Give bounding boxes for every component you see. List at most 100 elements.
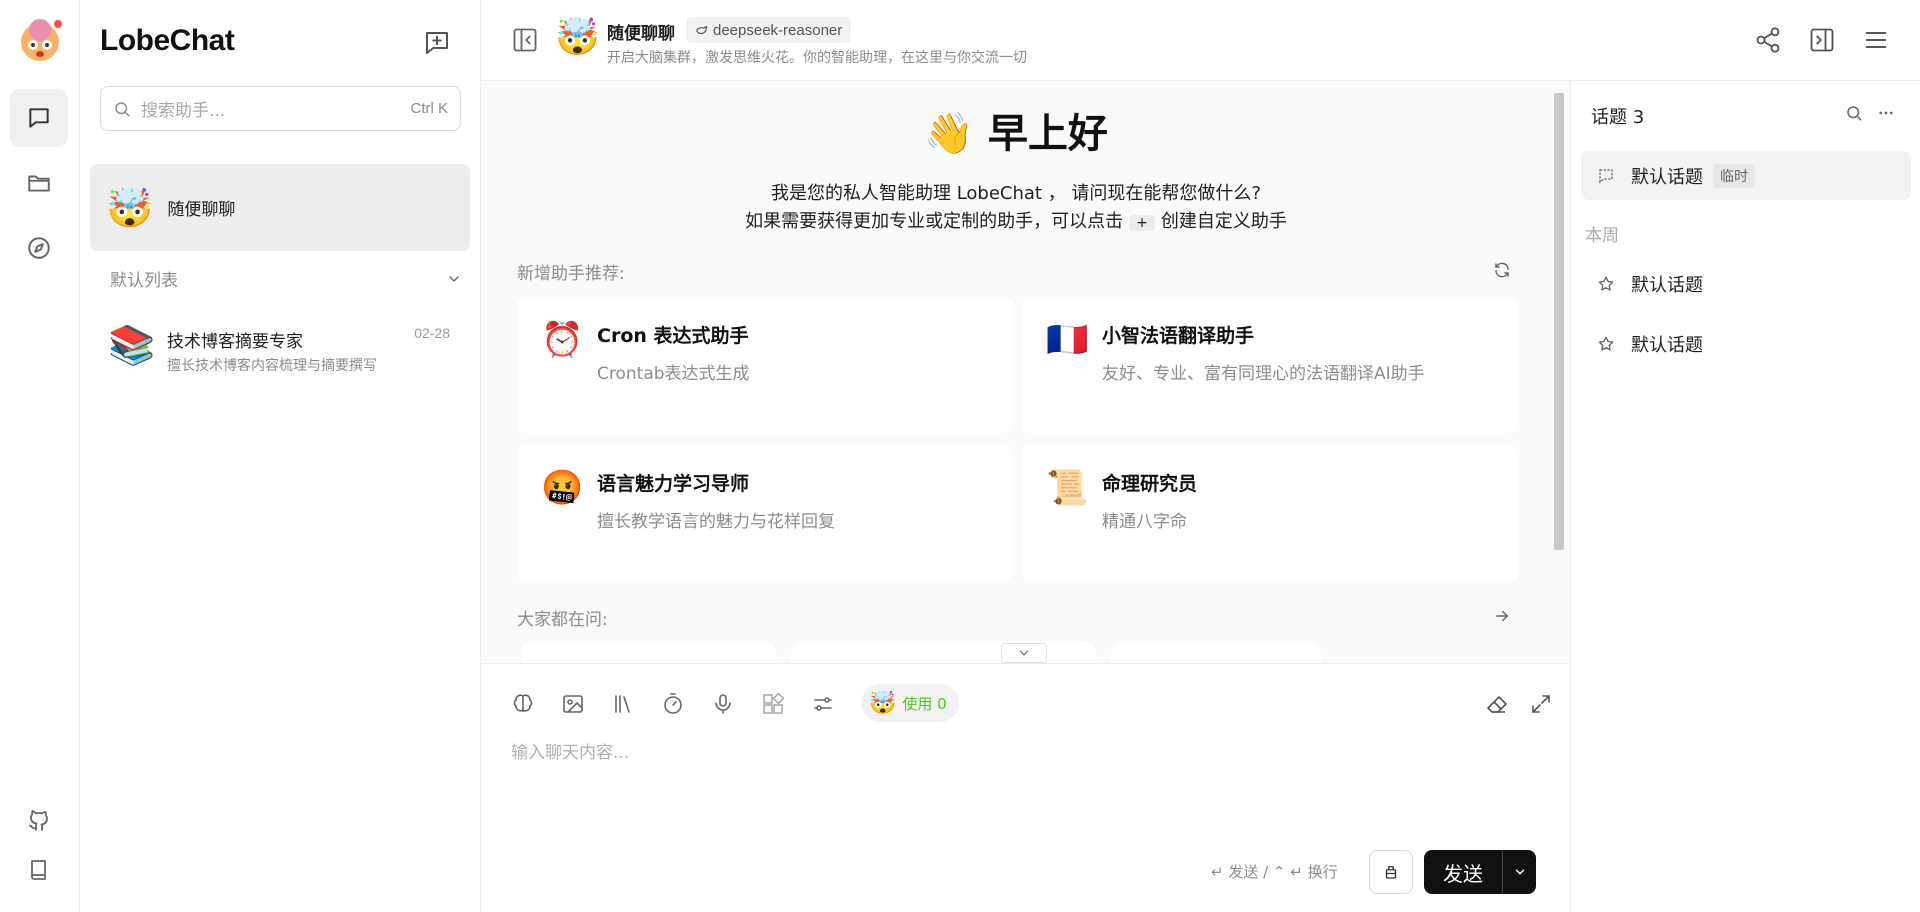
wave-emoji: 👋: [924, 111, 974, 157]
new-chat-button[interactable]: [422, 28, 452, 58]
voice-input-button[interactable]: [707, 688, 739, 720]
token-usage-badge[interactable]: 🤯 使用 0: [861, 684, 959, 722]
refresh-button[interactable]: [1493, 261, 1513, 281]
chevron-down-icon: [446, 271, 462, 287]
topic-item[interactable]: 默认话题: [1581, 319, 1911, 368]
assistant-card[interactable]: 🤬 语言魅力学习导师 擅长教学语言的魅力与花样回复: [517, 445, 1012, 581]
session-item-active[interactable]: 🤯 随便聊聊: [90, 164, 470, 251]
topic-search-button[interactable]: [1845, 104, 1865, 124]
message-plus-icon: [422, 28, 452, 58]
model-tag[interactable]: deepseek-reasoner: [686, 17, 852, 43]
star-icon[interactable]: [1597, 275, 1615, 293]
timer-icon: [661, 692, 685, 716]
plugins-button[interactable]: [757, 688, 789, 720]
session-label: 随便聊聊: [167, 200, 236, 220]
group-label: 默认列表: [110, 271, 178, 291]
search-shortcut: Ctrl K: [410, 100, 449, 117]
assistant-card-title: 命理研究员: [1102, 473, 1198, 495]
greeting-text: 早上好: [987, 111, 1108, 157]
clear-button[interactable]: [1481, 688, 1513, 720]
assistant-card-emoji: 🇫🇷: [1046, 320, 1089, 360]
assistant-card-emoji: 🤬: [541, 468, 584, 508]
session-title: 技术博客摘要专家: [167, 332, 303, 352]
session-group-header[interactable]: 默认列表: [110, 266, 462, 291]
chat-scrollbar[interactable]: [1554, 93, 1564, 550]
chat-input[interactable]: 输入聊天内容...: [511, 738, 629, 763]
usage-label: 使用 0: [902, 694, 947, 713]
agent-avatar[interactable]: 🤯: [555, 20, 600, 56]
assistant-card-desc: Crontab表达式生成: [597, 364, 750, 384]
discover-nav-button[interactable]: [10, 219, 68, 277]
recommend-label: 新增助手推荐:: [517, 264, 625, 284]
scroll-down-button[interactable]: [1001, 643, 1047, 663]
eraser-icon: [1485, 692, 1509, 716]
assistant-card-title: Cron 表达式助手: [597, 325, 749, 347]
assistant-card-emoji: 📜: [1046, 468, 1089, 508]
chevron-down-icon: [1513, 865, 1527, 879]
toggle-sidebar-button[interactable]: [511, 26, 539, 54]
model-select-button[interactable]: [507, 688, 539, 720]
star-icon[interactable]: [1597, 335, 1615, 353]
session-item[interactable]: 📚 技术博客摘要专家 擅长技术博客内容梳理与摘要撰写 02-28: [104, 318, 464, 378]
sliders-icon: [811, 692, 835, 716]
send-button[interactable]: 发送: [1424, 858, 1502, 887]
greeting-heading: 👋 早上好: [481, 101, 1551, 159]
session-description: 擅长技术博客内容梳理与摘要撰写: [167, 358, 377, 374]
arrow-right-icon: [1493, 607, 1513, 625]
session-avatar: 🤯: [106, 185, 154, 230]
send-button-group: 发送: [1424, 850, 1536, 894]
chat-area: 👋 早上好 我是您的私人智能助理 LobeChat ， 请问现在能帮您做什么? …: [481, 81, 1570, 671]
assistant-search-input[interactable]: 搜索助手... Ctrl K: [100, 86, 461, 131]
more-questions-button[interactable]: [1493, 607, 1513, 627]
image-icon: [561, 692, 585, 716]
chat-nav-button[interactable]: [10, 89, 68, 147]
intro-text-pre: 如果需要获得更加专业或定制的助手，可以点击: [745, 211, 1124, 232]
assistant-card[interactable]: ⏰ Cron 表达式助手 Crontab表达式生成: [517, 297, 1012, 433]
topic-item[interactable]: 默认话题: [1581, 259, 1911, 308]
temporary-tag: 临时: [1713, 163, 1755, 188]
topic-more-button[interactable]: [1877, 104, 1897, 124]
dashed-message-icon: [1597, 167, 1615, 185]
chat-input-area: 🤯 使用 0 输入聊天内容... ↵ 发送 / ⌃ ↵ 换行 发送: [481, 663, 1570, 912]
send-options-button[interactable]: [1502, 850, 1536, 894]
send-shortcut-hint: ↵ 发送 / ⌃ ↵ 换行: [1211, 863, 1338, 881]
upload-image-button[interactable]: [557, 688, 589, 720]
topic-item-active[interactable]: 默认话题 临时: [1581, 151, 1911, 200]
app-logo-text: LobeChat: [100, 24, 235, 57]
topics-header: 话题 3: [1591, 107, 1645, 128]
assistant-card-title: 小智法语翻译助手: [1102, 325, 1255, 347]
topic-name: 默认话题: [1631, 274, 1703, 296]
book-icon: [27, 858, 51, 882]
create-assistant-chip[interactable]: +: [1129, 215, 1155, 231]
search-placeholder: 搜索助手...: [141, 101, 226, 121]
pin-button[interactable]: [1369, 850, 1413, 894]
assistant-card-desc: 友好、专业、富有同理心的法语翻译AI助手: [1102, 364, 1425, 384]
expand-button[interactable]: [1525, 688, 1557, 720]
params-settings-button[interactable]: [807, 688, 839, 720]
docs-button[interactable]: [10, 841, 68, 899]
knowledge-base-button[interactable]: [607, 688, 639, 720]
share-icon: [1754, 26, 1782, 54]
user-avatar[interactable]: [18, 18, 62, 62]
share-button[interactable]: [1754, 26, 1782, 54]
assistant-card[interactable]: 🇫🇷 小智法语翻译助手 友好、专业、富有同理心的法语翻译AI助手: [1022, 297, 1517, 433]
history-count-button[interactable]: [657, 688, 689, 720]
search-icon: [113, 100, 131, 118]
nav-rail: [0, 0, 80, 912]
menu-button[interactable]: [1862, 26, 1890, 54]
whale-icon: [695, 23, 709, 37]
agent-title: 随便聊聊: [607, 24, 675, 44]
toggle-topics-button[interactable]: [1808, 26, 1836, 54]
usage-emoji: 🤯: [869, 690, 897, 716]
session-date: 02-28: [414, 325, 450, 341]
hamburger-menu-icon: [1862, 26, 1890, 54]
refresh-icon: [1493, 261, 1513, 279]
assistant-card[interactable]: 📜 命理研究员 精通八字命: [1022, 445, 1517, 581]
chevron-down-icon: [1017, 646, 1031, 660]
chat-header: 🤯 随便聊聊 deepseek-reasoner 开启大脑集群，激发思维火花。你…: [481, 0, 1920, 81]
brain-icon: [511, 692, 535, 716]
topic-name: 默认话题: [1631, 166, 1703, 188]
panel-left-close-icon: [511, 26, 539, 54]
model-name: deepseek-reasoner: [713, 21, 843, 39]
files-nav-button[interactable]: [10, 154, 68, 212]
